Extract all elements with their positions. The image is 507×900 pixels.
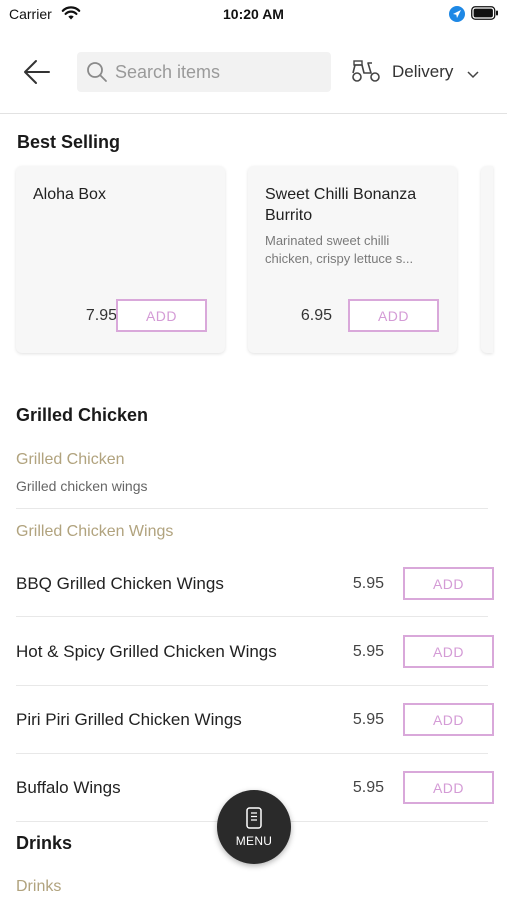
- card-item-price: 6.95: [300, 307, 332, 324]
- menu-item-price: 5.95: [352, 643, 384, 660]
- divider: [16, 616, 488, 617]
- section-title-grilled-chicken: Grilled Chicken: [16, 405, 149, 425]
- best-selling-card[interactable]: Aloha Box 7.95 ADD: [16, 166, 225, 353]
- search-box[interactable]: [77, 52, 331, 92]
- add-button[interactable]: ADD: [403, 635, 494, 668]
- delivery-label: Delivery: [392, 62, 454, 81]
- top-header: Delivery: [0, 30, 507, 114]
- card-item-name: Sweet Chilli Bonanza Burrito: [265, 186, 417, 224]
- best-selling-card[interactable]: Sweet Chilli Bonanza Burrito Marinated s…: [248, 166, 457, 353]
- menu-button-label: MENU: [235, 834, 273, 848]
- section-title-drinks: Drinks: [16, 833, 73, 853]
- subcategory-title: Drinks: [16, 878, 62, 895]
- subcategory-description: Grilled chicken wings: [16, 478, 148, 494]
- delivery-mode-select[interactable]: Delivery: [351, 56, 491, 88]
- menu-item-price: 5.95: [352, 575, 384, 592]
- card-item-description: Marinated sweet chilli chicken, crispy l…: [265, 233, 414, 266]
- search-input[interactable]: [115, 52, 325, 92]
- add-button[interactable]: ADD: [116, 299, 207, 332]
- add-button[interactable]: ADD: [403, 567, 494, 600]
- card-item-name: Aloha Box: [33, 186, 106, 203]
- status-bar: Carrier 10:20 AM: [0, 0, 507, 30]
- menu-item-name[interactable]: Hot & Spicy Grilled Chicken Wings: [16, 642, 277, 662]
- menu-button[interactable]: MENU: [217, 790, 291, 864]
- location-arrow-icon: [449, 6, 465, 27]
- add-button[interactable]: ADD: [403, 771, 494, 804]
- scooter-icon: [351, 59, 381, 88]
- menu-item-price: 5.95: [352, 779, 384, 796]
- menu-book-icon: [245, 807, 263, 834]
- divider: [16, 685, 488, 686]
- divider: [16, 508, 488, 509]
- divider: [16, 753, 488, 754]
- card-item-price: 7.95: [85, 307, 117, 324]
- card-item-description: [33, 232, 205, 268]
- add-button[interactable]: ADD: [348, 299, 439, 332]
- menu-item-name[interactable]: Buffalo Wings: [16, 778, 121, 798]
- search-icon: [86, 61, 108, 88]
- section-title-best-selling: Best Selling: [17, 132, 121, 152]
- best-selling-card-partial[interactable]: [481, 166, 493, 353]
- menu-item-price: 5.95: [352, 711, 384, 728]
- chevron-down-icon: [467, 66, 479, 84]
- subcategory-title: Grilled Chicken: [16, 451, 125, 468]
- status-time: 10:20 AM: [223, 6, 284, 22]
- menu-item-name[interactable]: Piri Piri Grilled Chicken Wings: [16, 710, 242, 730]
- subcategory-title: Grilled Chicken Wings: [16, 523, 174, 540]
- battery-icon: [471, 6, 499, 25]
- add-button[interactable]: ADD: [403, 703, 494, 736]
- back-arrow-icon[interactable]: [22, 58, 52, 86]
- menu-item-name[interactable]: BBQ Grilled Chicken Wings: [16, 574, 224, 594]
